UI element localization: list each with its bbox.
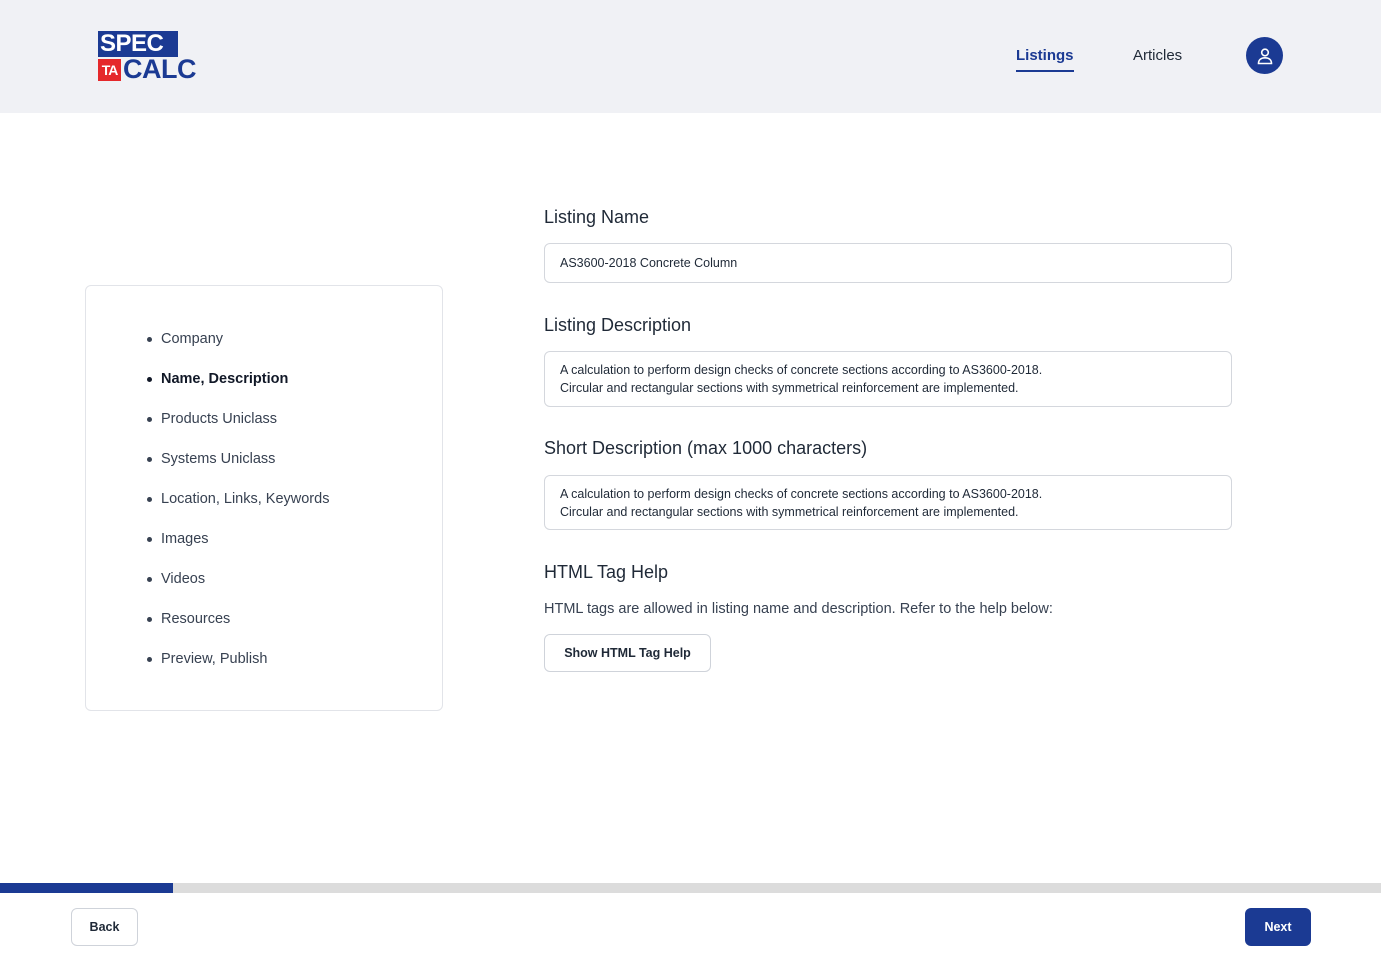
step-resources[interactable]: Resources xyxy=(147,609,329,649)
html-tag-help-title: HTML Tag Help xyxy=(544,562,669,582)
listing-description-textarea[interactable]: A calculation to perform design checks o… xyxy=(544,351,1232,407)
steps-list: Company Name, Description Products Unicl… xyxy=(147,329,329,689)
next-button[interactable]: Next xyxy=(1245,908,1311,946)
listing-description-line2: Circular and rectangular sections with s… xyxy=(560,381,1019,395)
step-company[interactable]: Company xyxy=(147,329,329,369)
step-preview-publish[interactable]: Preview, Publish xyxy=(147,649,329,689)
spec-calc-logo[interactable]: SPEC TA CALC xyxy=(98,31,197,84)
logo-calc-text: CALC xyxy=(123,54,197,84)
logo-ta-badge: TA xyxy=(98,59,121,81)
html-tag-help-text: HTML tags are allowed in listing name an… xyxy=(544,601,1053,617)
progress-bar xyxy=(0,883,1381,893)
back-button[interactable]: Back xyxy=(71,908,138,946)
listing-name-input[interactable]: AS3600-2018 Concrete Column xyxy=(544,243,1232,283)
show-html-tag-help-button[interactable]: Show HTML Tag Help xyxy=(544,634,711,672)
listing-description-title: Listing Description xyxy=(544,315,692,335)
short-description-textarea[interactable]: A calculation to perform design checks o… xyxy=(544,475,1232,530)
step-videos[interactable]: Videos xyxy=(147,569,329,609)
short-description-line1: A calculation to perform design checks o… xyxy=(560,487,1043,501)
step-name-description[interactable]: Name, Description xyxy=(147,369,329,409)
step-images[interactable]: Images xyxy=(147,529,329,569)
step-systems-uniclass[interactable]: Systems Uniclass xyxy=(147,449,329,489)
step-products-uniclass[interactable]: Products Uniclass xyxy=(147,409,329,449)
step-location-links-keywords[interactable]: Location, Links, Keywords xyxy=(147,489,329,529)
listing-description-line1: A calculation to perform design checks o… xyxy=(560,363,1043,377)
listing-name-title: Listing Name xyxy=(544,207,650,227)
short-description-line2: Circular and rectangular sections with s… xyxy=(560,505,1019,519)
user-avatar-button[interactable] xyxy=(1246,37,1283,74)
progress-bar-fill xyxy=(0,883,173,893)
short-description-title: Short Description (max 1000 characters) xyxy=(544,438,868,458)
user-icon xyxy=(1257,47,1272,64)
header: SPEC TA CALC Listings Articles xyxy=(0,0,1381,113)
nav-listings-link[interactable]: Listings xyxy=(1016,47,1074,72)
listing-name-value: AS3600-2018 Concrete Column xyxy=(560,256,738,270)
nav-articles-link[interactable]: Articles xyxy=(1133,47,1182,65)
steps-sidebar: Company Name, Description Products Unicl… xyxy=(85,285,443,711)
